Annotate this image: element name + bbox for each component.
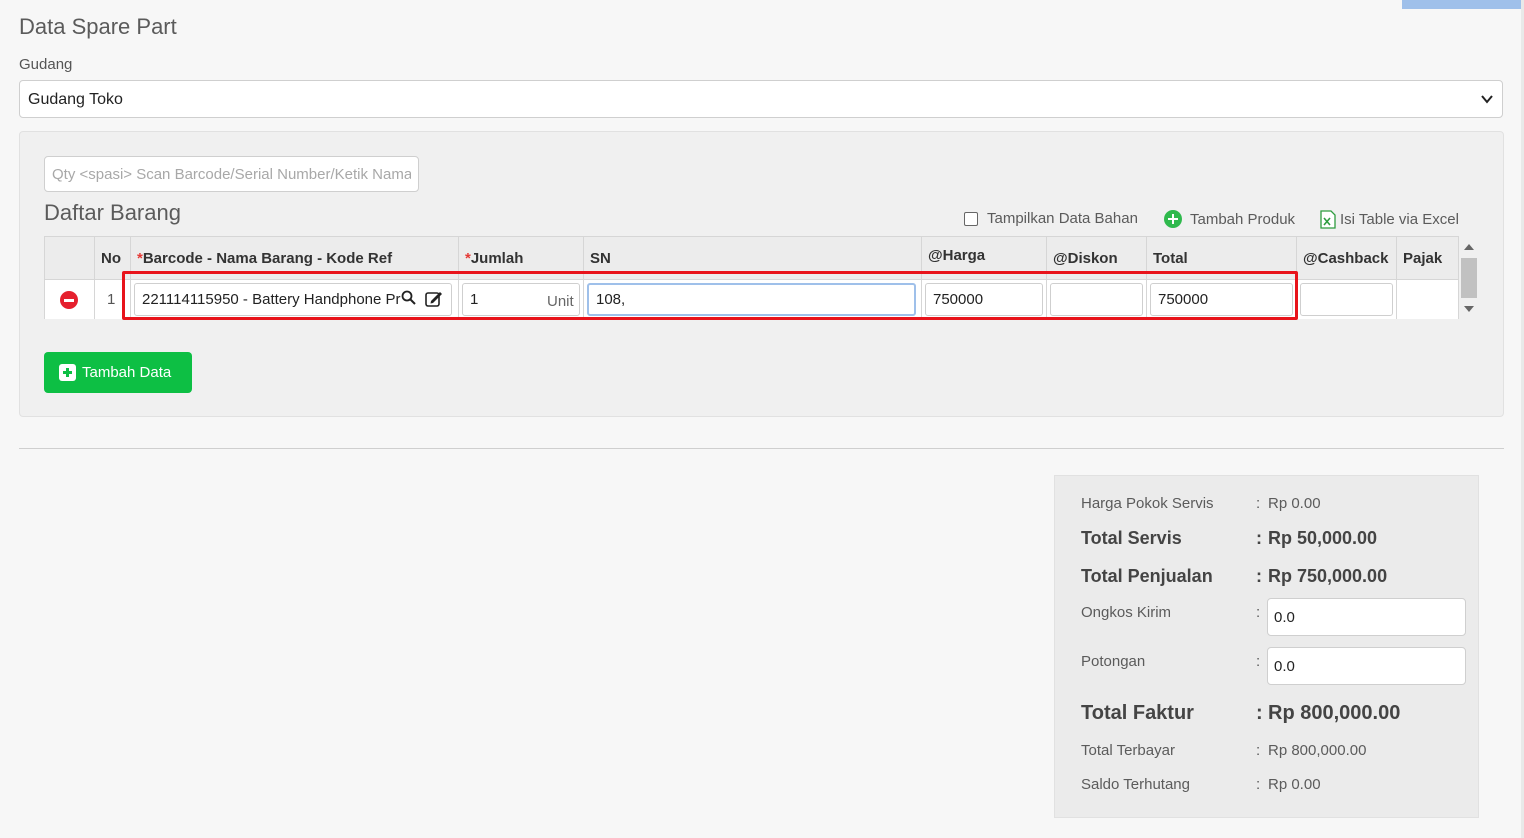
- page-title: Data Spare Part: [19, 14, 177, 39]
- tambah-data-label: Tambah Data: [82, 364, 172, 381]
- th-pajak: Pajak: [1397, 237, 1458, 279]
- summary-colon: :: [1256, 653, 1261, 670]
- th-total-label: Total: [1153, 250, 1188, 267]
- total-terbayar-label: Total Terbayar: [1081, 742, 1175, 759]
- summary-panel: Harga Pokok Servis : Rp 0.00 Total Servi…: [1054, 475, 1479, 818]
- scroll-down-arrow[interactable]: [1464, 306, 1474, 312]
- th-cashback-label: @Cashback: [1303, 250, 1389, 267]
- summary-colon: :: [1256, 702, 1263, 724]
- saldo-terhutang-label: Saldo Terhutang: [1081, 776, 1190, 793]
- checkbox-box[interactable]: [964, 211, 978, 226]
- section-divider: [19, 448, 1504, 449]
- plus-circle-icon: [1164, 210, 1182, 228]
- total-penjualan-label: Total Penjualan: [1081, 566, 1213, 586]
- top-accent-bar: [1402, 0, 1524, 9]
- th-sn-label: SN: [590, 250, 611, 267]
- total-faktur-value: Rp 800,000.00: [1268, 702, 1401, 724]
- potongan-input[interactable]: [1267, 647, 1466, 685]
- tambah-produk-label: Tambah Produk: [1190, 210, 1296, 228]
- tambah-data-button[interactable]: Tambah Data: [44, 352, 192, 393]
- cashback-input[interactable]: [1300, 283, 1393, 316]
- gudang-label: Gudang: [19, 56, 73, 73]
- row-number: 1: [107, 291, 116, 308]
- td-pajak: [1397, 280, 1458, 319]
- th-no-label: No: [101, 250, 121, 267]
- total-penjualan-value: Rp 750,000.00: [1268, 566, 1388, 586]
- show-bahan-label: Tampilkan Data Bahan: [987, 210, 1138, 227]
- isi-excel-label: Isi Table via Excel: [1340, 211, 1459, 228]
- remove-icon[interactable]: [60, 291, 78, 309]
- saldo-terhutang-value: Rp 0.00: [1268, 776, 1321, 793]
- excel-icon: [1320, 210, 1336, 229]
- summary-colon: :: [1256, 742, 1261, 759]
- potongan-label: Potongan: [1081, 653, 1146, 670]
- table-scrollbar[interactable]: [1461, 238, 1477, 318]
- harga-pokok-label: Harga Pokok Servis: [1081, 495, 1214, 512]
- scroll-thumb[interactable]: [1461, 258, 1477, 298]
- summary-colon: :: [1256, 776, 1261, 793]
- td-action: [45, 280, 95, 319]
- summary-colon: :: [1256, 528, 1262, 548]
- ongkos-kirim-label: Ongkos Kirim: [1081, 604, 1172, 621]
- daftar-barang-title: Daftar Barang: [44, 200, 181, 225]
- th-cashback: @Cashback: [1297, 237, 1397, 279]
- summary-colon: :: [1256, 604, 1261, 621]
- tambah-produk-link[interactable]: Tambah Produk: [1164, 210, 1295, 228]
- th-diskon-label: @Diskon: [1053, 250, 1118, 267]
- th-jumlah-label: Jumlah: [470, 250, 524, 267]
- gudang-selected-value: Gudang Toko: [28, 91, 123, 108]
- th-harga-label: @Harga: [928, 247, 986, 264]
- show-bahan-checkbox[interactable]: Tampilkan Data Bahan: [964, 210, 1138, 227]
- th-action: [45, 237, 95, 279]
- th-pajak-label: Pajak: [1403, 250, 1443, 267]
- td-cashback: [1297, 280, 1397, 319]
- scroll-up-arrow[interactable]: [1464, 244, 1474, 250]
- th-barcode-label: Barcode - Nama Barang - Kode Ref: [142, 250, 393, 267]
- total-terbayar-value: Rp 800,000.00: [1268, 742, 1367, 759]
- row-highlight-box: [122, 271, 1298, 320]
- gudang-select[interactable]: Gudang Toko: [19, 80, 1503, 118]
- summary-colon: :: [1256, 495, 1261, 512]
- chevron-down-icon: [1481, 95, 1493, 104]
- isi-excel-link[interactable]: Isi Table via Excel: [1320, 210, 1459, 229]
- ongkos-kirim-input[interactable]: [1267, 598, 1466, 636]
- total-servis-label: Total Servis: [1081, 528, 1182, 548]
- scan-barcode-input[interactable]: [44, 156, 419, 192]
- total-servis-value: Rp 50,000.00: [1268, 528, 1378, 548]
- harga-pokok-value: Rp 0.00: [1268, 495, 1321, 512]
- summary-colon: :: [1256, 566, 1262, 586]
- plus-square-icon: [59, 364, 76, 381]
- total-faktur-label: Total Faktur: [1081, 702, 1194, 724]
